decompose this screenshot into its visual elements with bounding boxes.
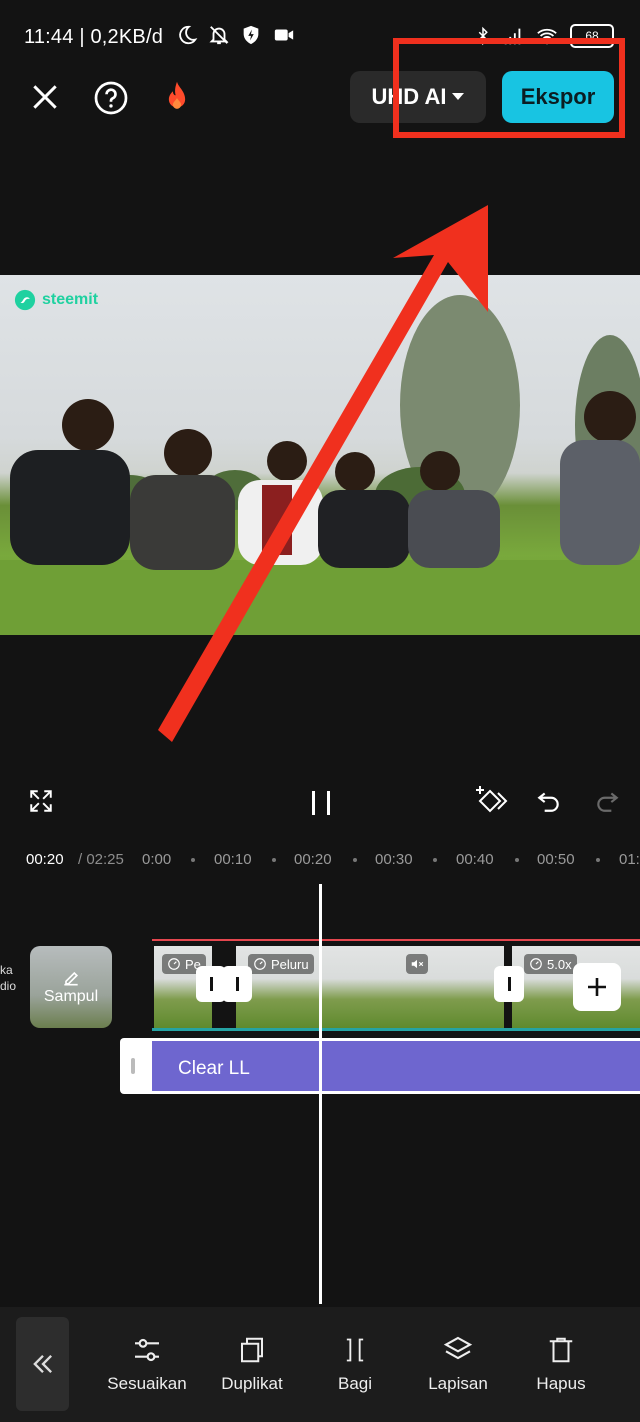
toolbar-adjust-button[interactable]: Sesuaikan xyxy=(92,1334,202,1394)
undo-button[interactable] xyxy=(535,786,563,816)
current-time: 00:20 xyxy=(26,851,64,868)
annotation-highlight-box xyxy=(393,38,625,138)
plus-icon xyxy=(588,978,606,996)
ruler-label: 00:40 xyxy=(456,851,494,868)
pause-icon xyxy=(312,791,330,815)
cover-button[interactable]: Sampul xyxy=(30,946,112,1028)
ruler-label: 00:10 xyxy=(214,851,252,868)
flame-icon xyxy=(168,81,186,109)
audio-track-label: Clear LL xyxy=(178,1058,250,1079)
bell-off-icon xyxy=(209,26,229,45)
toolbar-label: Bagi xyxy=(337,1374,373,1393)
moon-icon xyxy=(179,25,198,45)
toolbar-label: Hapus xyxy=(536,1374,586,1393)
ruler-label: 00:20 xyxy=(294,851,332,868)
track-bottom-line xyxy=(152,1028,640,1031)
redo-icon xyxy=(597,792,619,812)
video-camera-icon xyxy=(274,29,294,41)
video-clip[interactable]: Peluru xyxy=(236,946,504,1028)
video-track[interactable]: Pe Peluru 5.0x xyxy=(152,946,640,1028)
help-button[interactable] xyxy=(92,79,130,117)
clip-tag-label: Peluru xyxy=(271,956,309,972)
total-time: / 02:25 xyxy=(78,851,124,868)
toolbar-label: Lapisan xyxy=(428,1374,488,1393)
ruler-label: 01: xyxy=(619,851,640,868)
toolbar-delete-button[interactable]: Hapus xyxy=(506,1334,616,1394)
trending-button[interactable] xyxy=(158,78,196,118)
ruler-tick xyxy=(433,858,437,862)
close-button[interactable] xyxy=(26,78,64,116)
status-time-speed: 11:44 | 0,2KB/d xyxy=(24,26,164,48)
fullscreen-button[interactable] xyxy=(26,786,56,816)
undo-icon xyxy=(537,792,559,812)
clip-trim-handle[interactable] xyxy=(222,966,252,1002)
steemit-watermark: steemit xyxy=(14,289,98,311)
trash-icon xyxy=(549,1337,573,1363)
status-icons xyxy=(176,24,296,46)
redo-button[interactable] xyxy=(593,786,621,816)
cover-label: Sampul xyxy=(43,988,99,1005)
speed-icon xyxy=(530,958,542,970)
ruler-tick xyxy=(272,858,276,862)
shield-icon xyxy=(243,25,259,45)
fullscreen-icon xyxy=(30,790,52,812)
help-icon xyxy=(94,81,128,115)
toolbar-label: Sesuaikan xyxy=(107,1374,187,1393)
ruler-tick xyxy=(515,858,519,862)
clip-trim-handle[interactable] xyxy=(494,966,524,1002)
steemit-logo-icon xyxy=(14,289,36,311)
speed-icon xyxy=(254,958,266,970)
ruler-label: 00:50 xyxy=(537,851,575,868)
toolbar-label: Duplikat xyxy=(221,1374,283,1393)
clip-speed-tag: 5.0x xyxy=(524,954,577,974)
playhead[interactable] xyxy=(319,884,322,1304)
collapse-button[interactable] xyxy=(16,1317,69,1411)
split-icon xyxy=(346,1338,364,1362)
toolbar-duplicate-button[interactable]: Duplikat xyxy=(197,1334,307,1394)
add-clip-button[interactable] xyxy=(573,963,621,1011)
ruler-tick xyxy=(353,858,357,862)
preview-scene xyxy=(0,295,640,635)
ruler-label: 0:00 xyxy=(142,851,172,868)
sliders-icon xyxy=(135,1338,159,1362)
ruler-label: 00:30 xyxy=(375,851,413,868)
clip-tag-label: 5.0x xyxy=(547,956,572,972)
mute-icon xyxy=(411,959,424,969)
clip-muted-tag xyxy=(406,954,428,974)
layers-icon xyxy=(443,1336,473,1360)
duplicate-icon xyxy=(241,1337,263,1363)
watermark-text: steemit xyxy=(42,291,99,308)
mute-audio-stub[interactable]: ka dio xyxy=(0,962,16,994)
double-chevron-left-icon xyxy=(32,1355,52,1373)
edit-icon xyxy=(64,971,79,986)
keyframe-add-icon xyxy=(476,786,508,813)
track-indicator-line xyxy=(152,939,640,941)
toolbar-split-button[interactable]: Bagi xyxy=(300,1334,410,1394)
speed-icon xyxy=(168,958,180,970)
clip-speed-tag: Peluru xyxy=(248,954,314,974)
video-preview[interactable]: steemit xyxy=(0,275,640,635)
toolbar-layers-button[interactable]: Lapisan xyxy=(403,1334,513,1394)
pause-button[interactable] xyxy=(309,788,333,818)
audio-trim-handle[interactable] xyxy=(131,1058,135,1074)
ruler-tick xyxy=(191,858,195,862)
ruler-tick xyxy=(596,858,600,862)
close-icon xyxy=(33,85,57,109)
keyframe-button[interactable] xyxy=(474,784,510,818)
